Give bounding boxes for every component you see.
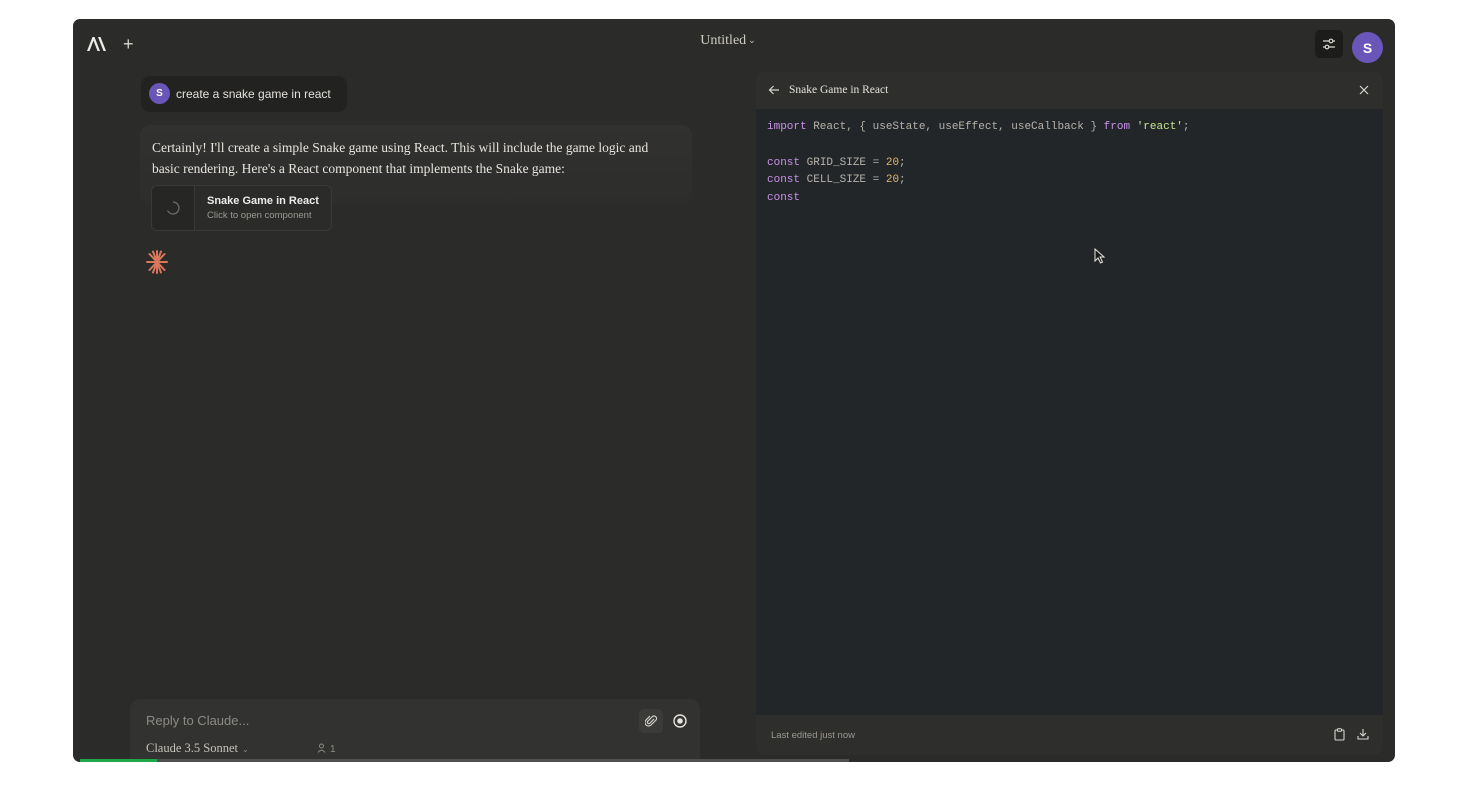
attach-button[interactable] (639, 709, 663, 733)
clipboard-icon[interactable] (1334, 728, 1345, 741)
code-token: 20 (885, 156, 900, 169)
model-name: Claude 3.5 Sonnet (146, 741, 239, 755)
code-editor[interactable]: import React, { useState, useEffect, use… (756, 109, 1383, 715)
users-count: 1 (317, 743, 336, 755)
artifact-card[interactable]: Snake Game in React Click to open compon… (151, 185, 332, 231)
doc-title-text: Untitled (700, 33, 747, 48)
claude-star-icon (146, 250, 168, 274)
reply-composer: Claude 3.5 Sonnet ⌄ 1 (130, 699, 700, 762)
assistant-message-text: Certainly! I'll create a simple Snake ga… (152, 140, 649, 176)
users-icon (317, 743, 326, 753)
mouse-cursor-icon (1094, 248, 1106, 264)
code-line: const GRID_SIZE = 20; (767, 157, 906, 169)
code-token: 'react' (1136, 121, 1183, 133)
users-count-value: 1 (330, 744, 336, 755)
code-token: const (767, 174, 801, 187)
model-selector[interactable]: Claude 3.5 Sonnet ⌄ (146, 741, 249, 756)
paperclip-icon (645, 715, 657, 727)
code-token: ; (1182, 121, 1190, 133)
artifact-panel: Snake Game in React import React, { useS… (756, 72, 1383, 755)
artifact-card-subtitle: Click to open component (207, 210, 312, 221)
artifact-panel-footer: Last edited just now (756, 715, 1383, 755)
progress-bar (80, 759, 849, 762)
progress-fill (80, 759, 157, 762)
code-token: GRID_SIZE = (800, 156, 886, 169)
user-message-text: create a snake game in react (176, 87, 331, 101)
app-window: + Untitled ⌄ S S create a snake game in r… (73, 19, 1395, 762)
code-token: const (767, 192, 801, 205)
code-token: CELL_SIZE = (800, 174, 886, 187)
top-bar: + Untitled ⌄ S (73, 19, 1395, 71)
reply-input[interactable] (146, 713, 626, 728)
record-icon[interactable] (670, 711, 690, 731)
user-avatar[interactable]: S (1352, 32, 1383, 63)
artifact-card-title: Snake Game in React (207, 195, 319, 207)
last-edited-status: Last edited just now (771, 730, 855, 741)
sliders-icon (1323, 38, 1335, 50)
code-token: const (767, 156, 801, 169)
chevron-down-icon: ⌄ (240, 745, 249, 754)
anthropic-logo-icon[interactable] (86, 36, 108, 52)
loading-icon (166, 201, 180, 215)
chevron-down-icon: ⌄ (748, 35, 756, 45)
code-token: from (1103, 121, 1131, 133)
doc-title-dropdown[interactable]: Untitled ⌄ (693, 33, 763, 49)
arrow-left-icon[interactable] (768, 84, 780, 96)
artifact-card-icon-box (152, 186, 195, 230)
download-icon[interactable] (1357, 728, 1369, 740)
code-line: import React, { useState, useEffect, use… (767, 121, 1190, 133)
artifact-panel-header: Snake Game in React (756, 72, 1383, 109)
code-token: import (767, 121, 807, 133)
code-token: ; (899, 156, 906, 169)
code-line: const CELL_SIZE = 20; (767, 174, 906, 186)
user-mini-avatar: S (149, 83, 170, 104)
new-chat-plus-icon[interactable]: + (123, 35, 134, 53)
code-token: React, { useState, useEffect, useCallbac… (806, 121, 1104, 133)
user-message: S create a snake game in react (141, 76, 347, 112)
close-icon[interactable] (1358, 84, 1370, 96)
code-token: ; (899, 174, 906, 187)
code-line: const (767, 192, 800, 204)
code-token: 20 (885, 174, 900, 187)
artifact-panel-title: Snake Game in React (789, 84, 889, 96)
sliders-settings-button[interactable] (1315, 30, 1343, 58)
